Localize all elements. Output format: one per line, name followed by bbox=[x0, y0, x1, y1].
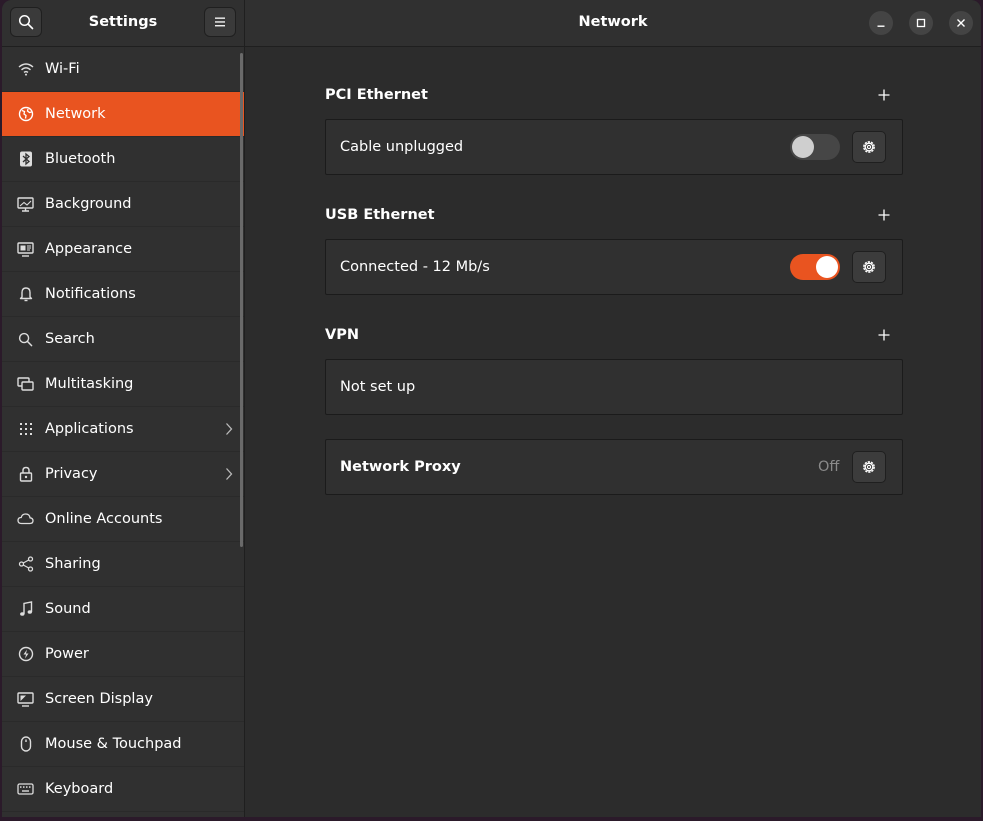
sidebar-item-label: Notifications bbox=[45, 286, 136, 302]
add-usb-connection-button[interactable] bbox=[875, 206, 893, 224]
proxy-settings-button[interactable] bbox=[852, 451, 886, 483]
network-proxy-label: Network Proxy bbox=[340, 459, 461, 475]
multitasking-icon bbox=[17, 376, 34, 391]
share-icon bbox=[18, 556, 33, 572]
cloud-icon bbox=[17, 513, 34, 525]
mouse-icon bbox=[20, 736, 31, 752]
sidebar-header: Settings bbox=[2, 0, 244, 47]
add-pci-connection-button[interactable] bbox=[875, 86, 893, 104]
maximize-icon bbox=[916, 18, 926, 28]
sidebar-scrollbar[interactable] bbox=[240, 53, 243, 547]
usb-ethernet-switch[interactable] bbox=[790, 254, 840, 280]
plus-icon bbox=[878, 89, 890, 101]
appearance-icon bbox=[17, 241, 34, 257]
grid-icon bbox=[19, 423, 32, 435]
main-menu-button[interactable] bbox=[204, 7, 236, 37]
switch-knob bbox=[816, 256, 838, 278]
usb-ethernet-row: Connected - 12 Mb/s bbox=[325, 239, 903, 295]
minimize-button[interactable] bbox=[869, 11, 893, 35]
power-icon bbox=[18, 646, 33, 662]
sidebar-item-label: Applications bbox=[45, 421, 134, 437]
sidebar-title: Settings bbox=[88, 14, 158, 30]
sidebar-item-background[interactable]: Background bbox=[2, 182, 244, 227]
sidebar-item-privacy[interactable]: Privacy bbox=[2, 452, 244, 497]
pci-ethernet-row: Cable unplugged bbox=[325, 119, 903, 175]
bluetooth-icon bbox=[19, 151, 32, 167]
sidebar-item-label: Multitasking bbox=[45, 376, 134, 392]
pci-settings-button[interactable] bbox=[852, 131, 886, 163]
sidebar-item-appearance[interactable]: Appearance bbox=[2, 227, 244, 272]
sidebar-item-online-accounts[interactable]: Online Accounts bbox=[2, 497, 244, 542]
sidebar-list: Wi-Fi Network Bluetooth Background Appea… bbox=[2, 47, 244, 812]
sidebar-item-sharing[interactable]: Sharing bbox=[2, 542, 244, 587]
sidebar-item-bluetooth[interactable]: Bluetooth bbox=[2, 137, 244, 182]
sidebar-item-label: Network bbox=[45, 106, 106, 122]
sidebar-item-sound[interactable]: Sound bbox=[2, 587, 244, 632]
display-icon bbox=[17, 691, 34, 707]
sidebar-item-screen-display[interactable]: Screen Display bbox=[2, 677, 244, 722]
gear-icon bbox=[863, 461, 875, 473]
sidebar-item-label: Privacy bbox=[45, 466, 98, 482]
settings-window: Settings Wi-Fi Network Bluetooth Backgro… bbox=[2, 0, 981, 817]
search-button[interactable] bbox=[10, 7, 42, 37]
sidebar-item-applications[interactable]: Applications bbox=[2, 407, 244, 452]
sidebar-item-label: Power bbox=[45, 646, 89, 662]
sidebar-item-notifications[interactable]: Notifications bbox=[2, 272, 244, 317]
sidebar-item-power[interactable]: Power bbox=[2, 632, 244, 677]
search-icon bbox=[18, 332, 33, 346]
search-icon bbox=[18, 14, 34, 30]
sidebar-item-label: Background bbox=[45, 196, 132, 212]
chevron-right-icon bbox=[226, 468, 233, 480]
proxy-status-value: Off bbox=[818, 459, 840, 475]
sidebar-item-mouse-touchpad[interactable]: Mouse & Touchpad bbox=[2, 722, 244, 767]
sidebar: Settings Wi-Fi Network Bluetooth Backgro… bbox=[2, 0, 245, 817]
header-bar: Network bbox=[245, 0, 981, 47]
wifi-icon bbox=[18, 63, 33, 76]
network-panel: PCI Ethernet Cable unplugged USB Etherne… bbox=[245, 47, 981, 817]
lock-icon bbox=[19, 466, 32, 482]
gear-icon bbox=[863, 141, 875, 153]
keyboard-icon bbox=[17, 783, 34, 795]
sidebar-item-label: Sharing bbox=[45, 556, 101, 572]
sidebar-item-label: Appearance bbox=[45, 241, 133, 257]
close-button[interactable] bbox=[949, 11, 973, 35]
sidebar-item-search[interactable]: Search bbox=[2, 317, 244, 362]
hamburger-menu-icon bbox=[215, 17, 225, 27]
add-vpn-button[interactable] bbox=[875, 326, 893, 344]
sidebar-item-label: Keyboard bbox=[45, 781, 114, 797]
bell-icon bbox=[19, 287, 32, 302]
background-icon bbox=[17, 196, 34, 212]
sidebar-item-label: Bluetooth bbox=[45, 151, 116, 167]
minimize-icon bbox=[877, 25, 885, 27]
sidebar-item-network[interactable]: Network bbox=[2, 92, 244, 137]
vpn-title: VPN bbox=[325, 327, 359, 343]
usb-ethernet-title: USB Ethernet bbox=[325, 207, 435, 223]
pci-ethernet-switch[interactable] bbox=[790, 134, 840, 160]
sidebar-item-label: Wi-Fi bbox=[45, 61, 80, 77]
network-proxy-row[interactable]: Network Proxy Off bbox=[325, 439, 903, 495]
music-note-icon bbox=[19, 601, 32, 616]
sidebar-item-multitasking[interactable]: Multitasking bbox=[2, 362, 244, 407]
sidebar-item-label: Screen Display bbox=[45, 691, 153, 707]
sidebar-item-keyboard[interactable]: Keyboard bbox=[2, 767, 244, 812]
close-icon bbox=[957, 19, 965, 27]
usb-status-label: Connected - 12 Mb/s bbox=[340, 259, 490, 275]
sidebar-item-label: Sound bbox=[45, 601, 91, 617]
gear-icon bbox=[863, 261, 875, 273]
globe-icon bbox=[18, 106, 33, 122]
sidebar-item-wifi[interactable]: Wi-Fi bbox=[2, 47, 244, 92]
usb-settings-button[interactable] bbox=[852, 251, 886, 283]
sidebar-item-label: Online Accounts bbox=[45, 511, 163, 527]
switch-knob bbox=[792, 136, 814, 158]
chevron-right-icon bbox=[226, 423, 233, 435]
vpn-row: Not set up bbox=[325, 359, 903, 415]
plus-icon bbox=[878, 329, 890, 341]
maximize-button[interactable] bbox=[909, 11, 933, 35]
sidebar-item-label: Mouse & Touchpad bbox=[45, 736, 182, 752]
vpn-status-label: Not set up bbox=[340, 379, 416, 395]
pci-status-label: Cable unplugged bbox=[340, 139, 464, 155]
pci-ethernet-title: PCI Ethernet bbox=[325, 87, 428, 103]
sidebar-item-label: Search bbox=[45, 331, 95, 347]
plus-icon bbox=[878, 209, 890, 221]
